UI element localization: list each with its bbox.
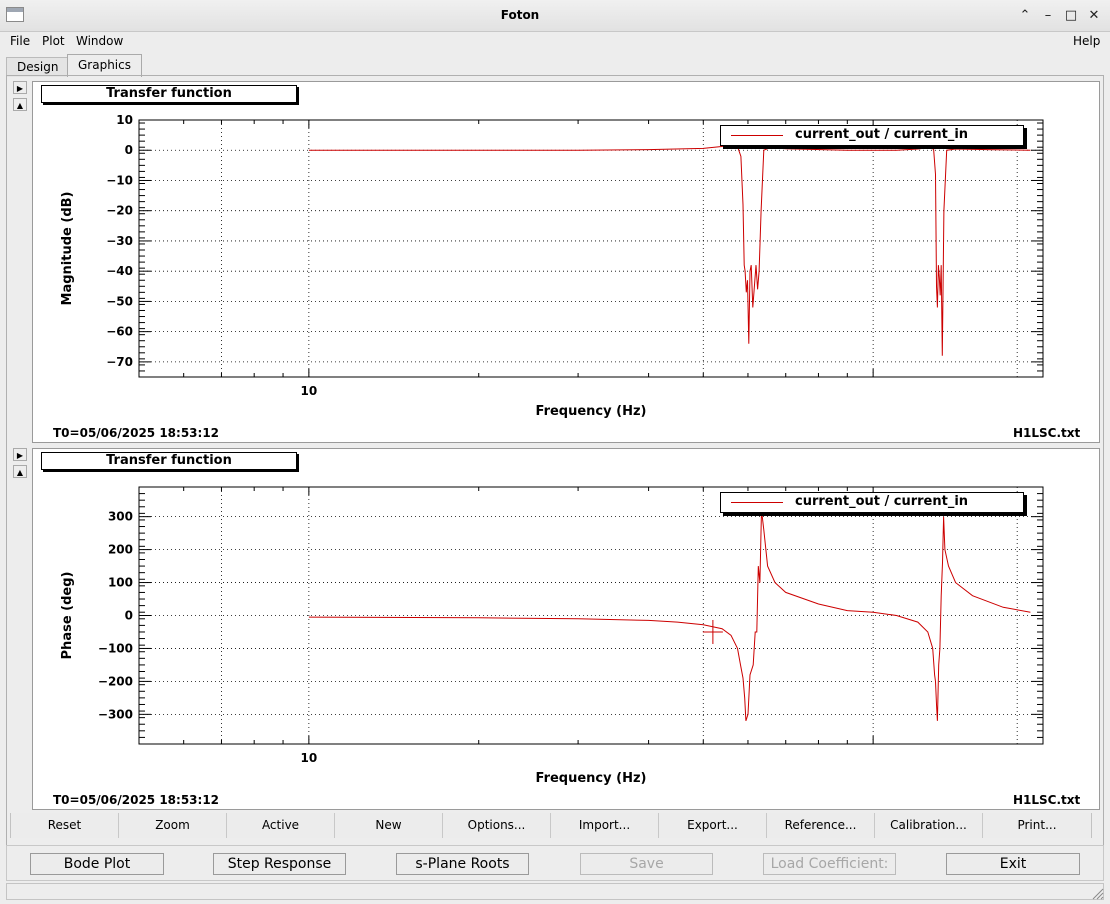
t0-timestamp: T0=05/06/2025 18:53:12 bbox=[53, 793, 220, 807]
y-tick-label: −50 bbox=[106, 294, 133, 308]
y-tick-label: 0 bbox=[125, 143, 133, 157]
maximize-icon[interactable]: □ bbox=[1060, 6, 1082, 26]
zoom-button[interactable]: Zoom bbox=[119, 813, 227, 838]
close-icon[interactable]: ✕ bbox=[1083, 6, 1105, 26]
x-tick-label: 10 bbox=[301, 384, 318, 398]
expand-right-icon[interactable]: ▶ bbox=[13, 448, 27, 461]
y-axis-label: Magnitude (dB) bbox=[60, 192, 75, 306]
x-axis-label: Frequency (Hz) bbox=[536, 771, 647, 786]
y-tick-label: −40 bbox=[106, 264, 133, 278]
active-button[interactable]: Active bbox=[227, 813, 335, 838]
y-tick-label: 0 bbox=[125, 609, 133, 623]
y-tick-label: 200 bbox=[108, 543, 133, 557]
menu-help[interactable]: Help bbox=[1073, 34, 1100, 48]
menu-bar bbox=[0, 32, 1110, 52]
y-tick-label: −300 bbox=[98, 707, 133, 721]
y-tick-label: −60 bbox=[106, 325, 133, 339]
menu-file[interactable]: File bbox=[10, 34, 30, 48]
options-button[interactable]: Options... bbox=[443, 813, 551, 838]
y-tick-label: −200 bbox=[98, 674, 133, 688]
reference-button[interactable]: Reference... bbox=[767, 813, 875, 838]
s-plane-roots-button[interactable]: s-Plane Roots bbox=[396, 853, 529, 875]
legend-label: current_out / current_in bbox=[795, 127, 969, 142]
t0-timestamp: T0=05/06/2025 18:53:12 bbox=[53, 426, 220, 440]
reset-button[interactable]: Reset bbox=[11, 813, 119, 838]
minimize-icon[interactable]: – bbox=[1037, 6, 1059, 26]
step-response-button[interactable]: Step Response bbox=[213, 853, 346, 875]
y-axis-label: Phase (deg) bbox=[60, 572, 75, 660]
filter-file-name: H1LSC.txt bbox=[1013, 793, 1081, 807]
load-coefficients-button[interactable]: Load Coefficient: bbox=[763, 853, 896, 875]
y-tick-label: −20 bbox=[106, 204, 133, 218]
calibration-button[interactable]: Calibration... bbox=[875, 813, 983, 838]
action-bar bbox=[6, 845, 1104, 881]
chevron-up-icon[interactable]: ⌃ bbox=[1014, 6, 1036, 26]
y-tick-label: −30 bbox=[106, 234, 133, 248]
import-button[interactable]: Import... bbox=[551, 813, 659, 838]
x-tick-label: 10 bbox=[301, 751, 318, 765]
y-tick-label: 100 bbox=[108, 576, 133, 590]
exit-button[interactable]: Exit bbox=[946, 853, 1080, 875]
status-bar bbox=[6, 883, 1104, 900]
menu-window[interactable]: Window bbox=[76, 34, 123, 48]
save-button[interactable]: Save bbox=[580, 853, 713, 875]
print-button[interactable]: Print... bbox=[983, 813, 1091, 838]
collapse-up-icon[interactable]: ▲ bbox=[13, 465, 27, 478]
filter-file-name: H1LSC.txt bbox=[1013, 426, 1081, 440]
legend-line-swatch bbox=[731, 135, 783, 136]
tab-graphics[interactable]: Graphics bbox=[67, 54, 142, 77]
legend-label: current_out / current_in bbox=[795, 494, 969, 509]
menu-plot[interactable]: Plot bbox=[42, 34, 65, 48]
legend-line-swatch bbox=[731, 502, 783, 503]
tab-design[interactable]: Design bbox=[6, 57, 70, 77]
y-tick-label: −10 bbox=[106, 173, 133, 187]
collapse-up-icon[interactable]: ▲ bbox=[13, 98, 27, 111]
y-tick-label: 10 bbox=[116, 113, 133, 127]
plot-legend: current_out / current_in bbox=[720, 492, 1024, 513]
magnitude-plot-canvas[interactable]: Transfer function 10 0 −10 −20 −30 −40 −50 −60−… bbox=[32, 81, 1100, 443]
x-axis-label: Frequency (Hz) bbox=[536, 404, 647, 419]
y-tick-label: −100 bbox=[98, 641, 133, 655]
bode-plot-button[interactable]: Bode Plot bbox=[30, 853, 164, 875]
window-title: Foton bbox=[500, 8, 540, 22]
y-tick-label: −70 bbox=[106, 355, 133, 369]
new-button[interactable]: New bbox=[335, 813, 443, 838]
phase-plot-canvas[interactable]: Transfer function 300 200 100 0 −100 −200 −300… bbox=[32, 448, 1100, 810]
plot-legend: current_out / current_in bbox=[720, 125, 1024, 146]
y-tick-label: 300 bbox=[108, 510, 133, 524]
resize-grip-icon[interactable] bbox=[1092, 888, 1104, 900]
expand-right-icon[interactable]: ▶ bbox=[13, 81, 27, 94]
plot-frame bbox=[138, 119, 1044, 378]
export-button[interactable]: Export... bbox=[659, 813, 767, 838]
